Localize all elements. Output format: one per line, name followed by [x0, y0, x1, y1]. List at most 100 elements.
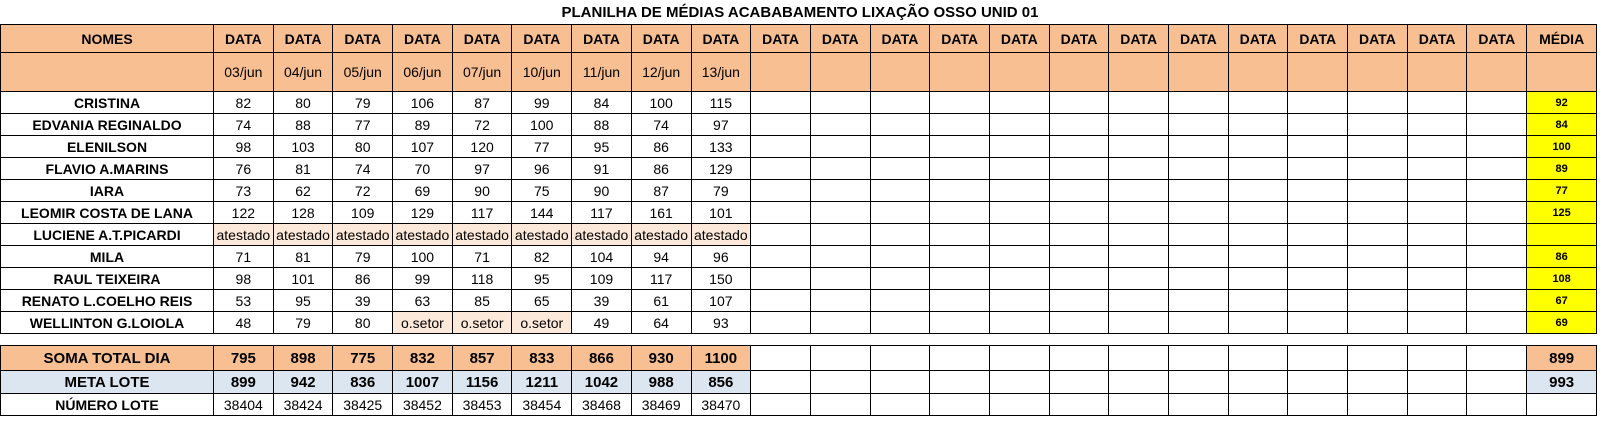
empty-cell[interactable]: [1168, 289, 1229, 312]
meta-media[interactable]: 993: [1526, 370, 1598, 394]
empty-cell[interactable]: [988, 311, 1050, 334]
score-cell[interactable]: 89: [392, 113, 453, 136]
empty-cell[interactable]: [809, 345, 871, 371]
score-cell[interactable]: 53: [213, 289, 274, 312]
date-value[interactable]: 03/jun: [213, 52, 274, 92]
empty-cell[interactable]: [988, 201, 1050, 224]
score-cell[interactable]: 100: [511, 113, 573, 136]
meta-value[interactable]: 1156: [451, 370, 513, 394]
empty-cell[interactable]: [1227, 345, 1289, 371]
empty-cell[interactable]: [1406, 179, 1468, 202]
meta-value[interactable]: 899: [213, 370, 274, 394]
empty-cell[interactable]: [1108, 223, 1169, 246]
date-value-empty[interactable]: [1287, 52, 1349, 92]
score-cell[interactable]: 107: [392, 135, 453, 158]
score-cell[interactable]: 95: [571, 135, 632, 158]
empty-cell[interactable]: [1048, 393, 1110, 416]
score-cell[interactable]: 93: [690, 311, 752, 334]
empty-cell[interactable]: [1168, 393, 1229, 416]
score-cell[interactable]: 82: [213, 91, 274, 114]
score-cell[interactable]: 63: [392, 289, 453, 312]
empty-cell[interactable]: [1227, 179, 1289, 202]
empty-cell[interactable]: [1287, 311, 1349, 334]
empty-cell[interactable]: [869, 311, 931, 334]
empty-cell[interactable]: [750, 370, 811, 394]
empty-cell[interactable]: [1108, 201, 1169, 224]
score-cell[interactable]: 99: [392, 267, 453, 290]
soma-label[interactable]: SOMA TOTAL DIA: [0, 345, 214, 371]
score-cell[interactable]: 95: [511, 267, 573, 290]
media-header[interactable]: MÉDIA: [1526, 24, 1598, 53]
empty-cell[interactable]: [1466, 223, 1528, 246]
empty-cell[interactable]: [1168, 113, 1229, 136]
meta-value[interactable]: 1007: [392, 370, 453, 394]
score-cell[interactable]: 82: [511, 245, 573, 268]
score-cell[interactable]: 98: [213, 135, 274, 158]
score-cell[interactable]: 62: [272, 179, 334, 202]
empty-cell[interactable]: [988, 91, 1050, 114]
date-header[interactable]: DATA: [630, 24, 692, 53]
score-cell[interactable]: 109: [571, 267, 632, 290]
empty-cell[interactable]: [1347, 157, 1408, 180]
score-cell[interactable]: 94: [630, 245, 692, 268]
score-cell[interactable]: 96: [511, 157, 573, 180]
soma-value[interactable]: 775: [332, 345, 394, 371]
score-cell[interactable]: 85: [451, 289, 513, 312]
soma-value[interactable]: 857: [451, 345, 513, 371]
score-cell[interactable]: 86: [630, 157, 692, 180]
empty-cell[interactable]: [929, 91, 990, 114]
empty-cell[interactable]: [869, 201, 931, 224]
empty-cell[interactable]: [869, 393, 931, 416]
worker-name[interactable]: MILA: [0, 245, 214, 268]
soma-value[interactable]: 866: [571, 345, 632, 371]
date-header[interactable]: DATA: [1287, 24, 1349, 53]
soma-value[interactable]: 833: [511, 345, 573, 371]
empty-cell[interactable]: [1406, 245, 1468, 268]
empty-cell[interactable]: [1048, 345, 1110, 371]
empty-cell[interactable]: [1048, 311, 1110, 334]
empty-cell[interactable]: [929, 370, 990, 394]
empty-cell[interactable]: [929, 267, 990, 290]
empty-cell[interactable]: [869, 223, 931, 246]
empty-cell[interactable]: [1168, 345, 1229, 371]
score-cell[interactable]: 72: [451, 113, 513, 136]
empty-cell[interactable]: [809, 289, 871, 312]
date-value-empty[interactable]: [929, 52, 990, 92]
worker-name[interactable]: FLAVIO A.MARINS: [0, 157, 214, 180]
date-header[interactable]: DATA: [451, 24, 513, 53]
score-cell[interactable]: 87: [630, 179, 692, 202]
empty-cell[interactable]: [1406, 393, 1468, 416]
score-cell[interactable]: 106: [392, 91, 453, 114]
soma-value[interactable]: 795: [213, 345, 274, 371]
empty-cell[interactable]: [1347, 113, 1408, 136]
score-cell[interactable]: atestado: [392, 223, 453, 246]
empty-cell[interactable]: [988, 179, 1050, 202]
date-header[interactable]: DATA: [1406, 24, 1468, 53]
score-cell[interactable]: 84: [571, 91, 632, 114]
empty-cell[interactable]: [1347, 135, 1408, 158]
empty-cell[interactable]: [750, 267, 811, 290]
score-cell[interactable]: atestado: [630, 223, 692, 246]
score-cell[interactable]: atestado: [451, 223, 513, 246]
score-cell[interactable]: 96: [690, 245, 752, 268]
score-cell[interactable]: 90: [451, 179, 513, 202]
worker-name[interactable]: EDVANIA REGINALDO: [0, 113, 214, 136]
media-cell[interactable]: 108: [1526, 267, 1598, 290]
empty-cell[interactable]: [1227, 267, 1289, 290]
empty-cell[interactable]: [869, 135, 931, 158]
score-cell[interactable]: 86: [630, 135, 692, 158]
worker-name[interactable]: RENATO L.COELHO REIS: [0, 289, 214, 312]
score-cell[interactable]: 88: [571, 113, 632, 136]
score-cell[interactable]: 115: [690, 91, 752, 114]
empty-cell[interactable]: [1168, 179, 1229, 202]
score-cell[interactable]: 49: [571, 311, 632, 334]
empty-cell[interactable]: [869, 179, 931, 202]
empty-cell[interactable]: [1108, 157, 1169, 180]
empty-cell[interactable]: [1287, 135, 1349, 158]
empty-cell[interactable]: [1227, 135, 1289, 158]
empty-cell[interactable]: [988, 113, 1050, 136]
date-header[interactable]: DATA: [511, 24, 573, 53]
empty-cell[interactable]: [988, 267, 1050, 290]
empty-cell[interactable]: [1287, 345, 1349, 371]
empty-cell[interactable]: [1108, 289, 1169, 312]
